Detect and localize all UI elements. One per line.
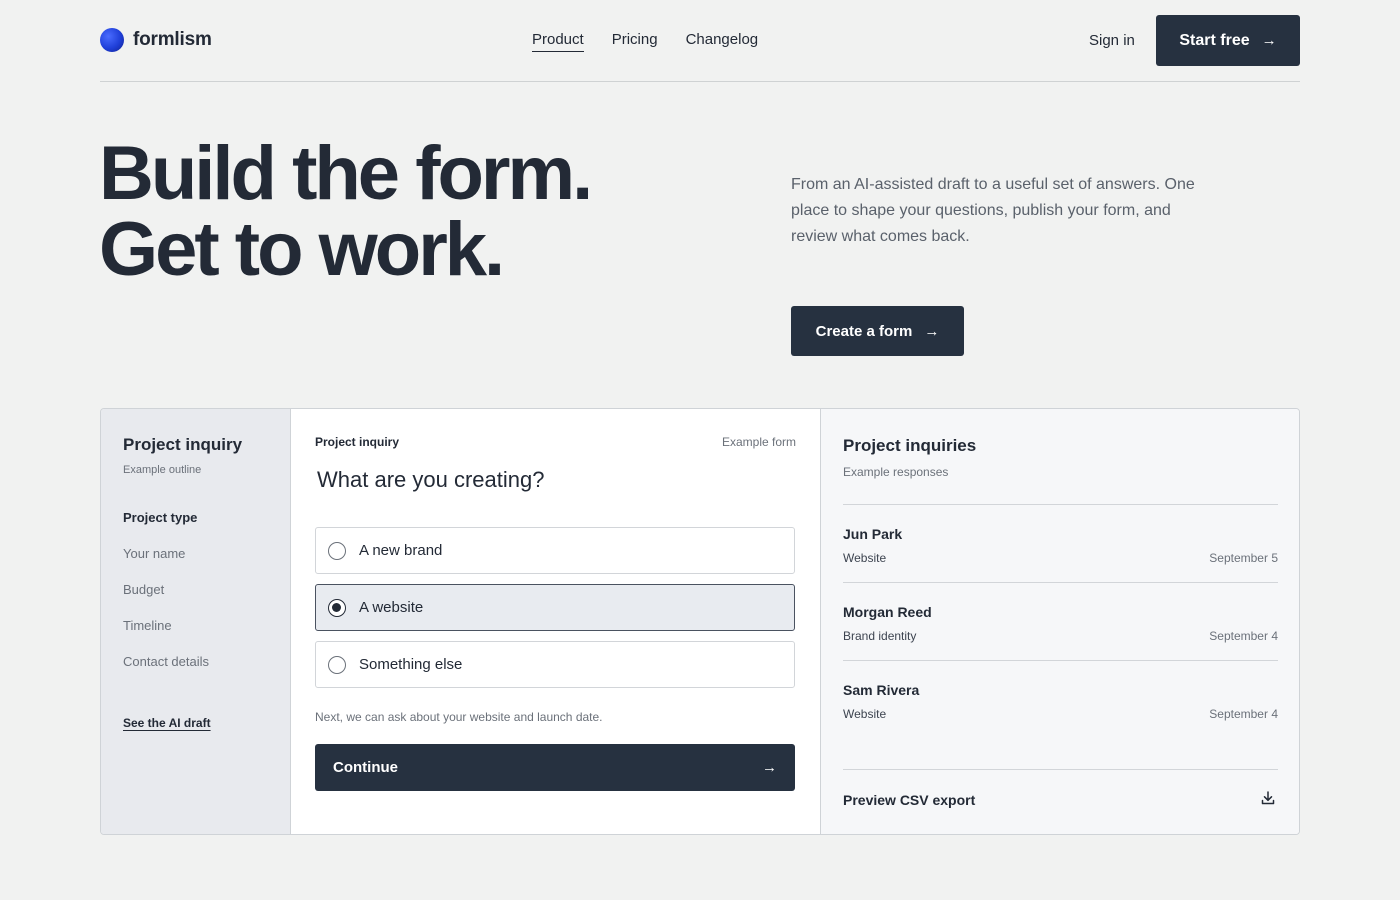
brand-logo-icon xyxy=(100,28,124,52)
response-date: September 4 xyxy=(1209,707,1278,721)
response-name: Jun Park xyxy=(843,526,903,542)
option-website[interactable]: A website xyxy=(315,584,795,631)
responses-panel: Project inquiries Example responses Jun … xyxy=(820,409,1299,834)
outline-item-contact-details[interactable]: Contact details xyxy=(123,654,209,690)
responses-list: Jun Park Website September 5 Morgan Reed… xyxy=(843,504,1278,738)
option-something-else[interactable]: Something else xyxy=(315,641,795,688)
arrow-right-icon: → xyxy=(762,759,777,776)
form-outline: Project inquiry Example outline Project … xyxy=(101,409,291,834)
response-row[interactable]: Jun Park Website September 5 xyxy=(843,504,1278,582)
hero-title-line-1: Build the form. xyxy=(99,131,593,216)
response-type: Brand identity xyxy=(843,629,917,643)
see-ai-draft-link[interactable]: See the AI draft xyxy=(123,716,211,730)
hero-title-line-2: Get to work. xyxy=(99,207,505,292)
arrow-right-icon: → xyxy=(924,322,940,340)
csv-export-row[interactable]: Preview CSV export xyxy=(843,769,1278,834)
start-free-label: Start free xyxy=(1179,31,1250,49)
outline-item-project-type[interactable]: Project type xyxy=(123,510,209,546)
radio-unselected-icon[interactable] xyxy=(328,541,346,560)
demo-panel: Project inquiry Example outline Project … xyxy=(100,408,1300,835)
continue-label: Continue xyxy=(333,759,398,776)
response-row[interactable]: Morgan Reed Brand identity September 4 xyxy=(843,582,1278,660)
responses-title: Project inquiries xyxy=(843,436,977,455)
form-hint: Next, we can ask about your website and … xyxy=(315,710,603,724)
outline-item-budget[interactable]: Budget xyxy=(123,582,209,618)
response-name: Sam Rivera xyxy=(843,682,920,698)
outline-list: Project type Your name Budget Timeline C… xyxy=(123,510,209,690)
response-type: Website xyxy=(843,707,887,721)
create-form-button[interactable]: Create a form → xyxy=(791,306,964,356)
outline-item-your-name[interactable]: Your name xyxy=(123,546,209,582)
form-preview: Project inquiry Example form What are yo… xyxy=(291,409,820,834)
response-name: Morgan Reed xyxy=(843,604,932,620)
hero-description: From an AI-assisted draft to a useful se… xyxy=(791,176,1195,245)
response-date: September 5 xyxy=(1209,551,1278,565)
nav-product[interactable]: Product xyxy=(532,31,584,52)
download-icon[interactable] xyxy=(1260,790,1276,806)
nav-changelog[interactable]: Changelog xyxy=(686,31,759,52)
nav-pricing[interactable]: Pricing xyxy=(612,31,658,52)
start-free-button[interactable]: Start free → xyxy=(1156,15,1300,66)
brand-name: formlism xyxy=(133,29,212,50)
form-question: What are you creating? xyxy=(317,467,545,492)
radio-unselected-icon[interactable] xyxy=(328,655,346,674)
response-row[interactable]: Sam Rivera Website September 4 xyxy=(843,660,1278,738)
outline-subtitle: Example outline xyxy=(123,464,202,476)
hero-title: Build the form. Get to work. xyxy=(99,131,593,292)
brand[interactable]: formlism xyxy=(100,28,212,52)
option-label: A new brand xyxy=(359,542,443,559)
option-label: A website xyxy=(359,599,424,616)
option-label: Something else xyxy=(359,656,463,673)
form-tag: Example form xyxy=(721,435,796,449)
csv-export-label: Preview CSV export xyxy=(843,792,976,808)
radio-selected-icon[interactable] xyxy=(328,598,346,617)
continue-button[interactable]: Continue → xyxy=(315,744,795,791)
main-nav: Product Pricing Changelog xyxy=(532,31,786,52)
outline-title: Project inquiry xyxy=(123,435,243,454)
create-form-label: Create a form xyxy=(815,322,913,340)
arrow-right-icon: → xyxy=(1261,32,1277,49)
outline-item-timeline[interactable]: Timeline xyxy=(123,618,209,654)
response-date: September 4 xyxy=(1209,629,1278,643)
site-header: formlism Product Pricing Changelog Sign … xyxy=(100,0,1300,82)
responses-subtitle: Example responses xyxy=(843,465,949,479)
sign-in-link[interactable]: Sign in xyxy=(1089,32,1135,49)
response-type: Website xyxy=(843,551,887,565)
form-name: Project inquiry xyxy=(315,435,400,449)
option-new-brand[interactable]: A new brand xyxy=(315,527,795,574)
